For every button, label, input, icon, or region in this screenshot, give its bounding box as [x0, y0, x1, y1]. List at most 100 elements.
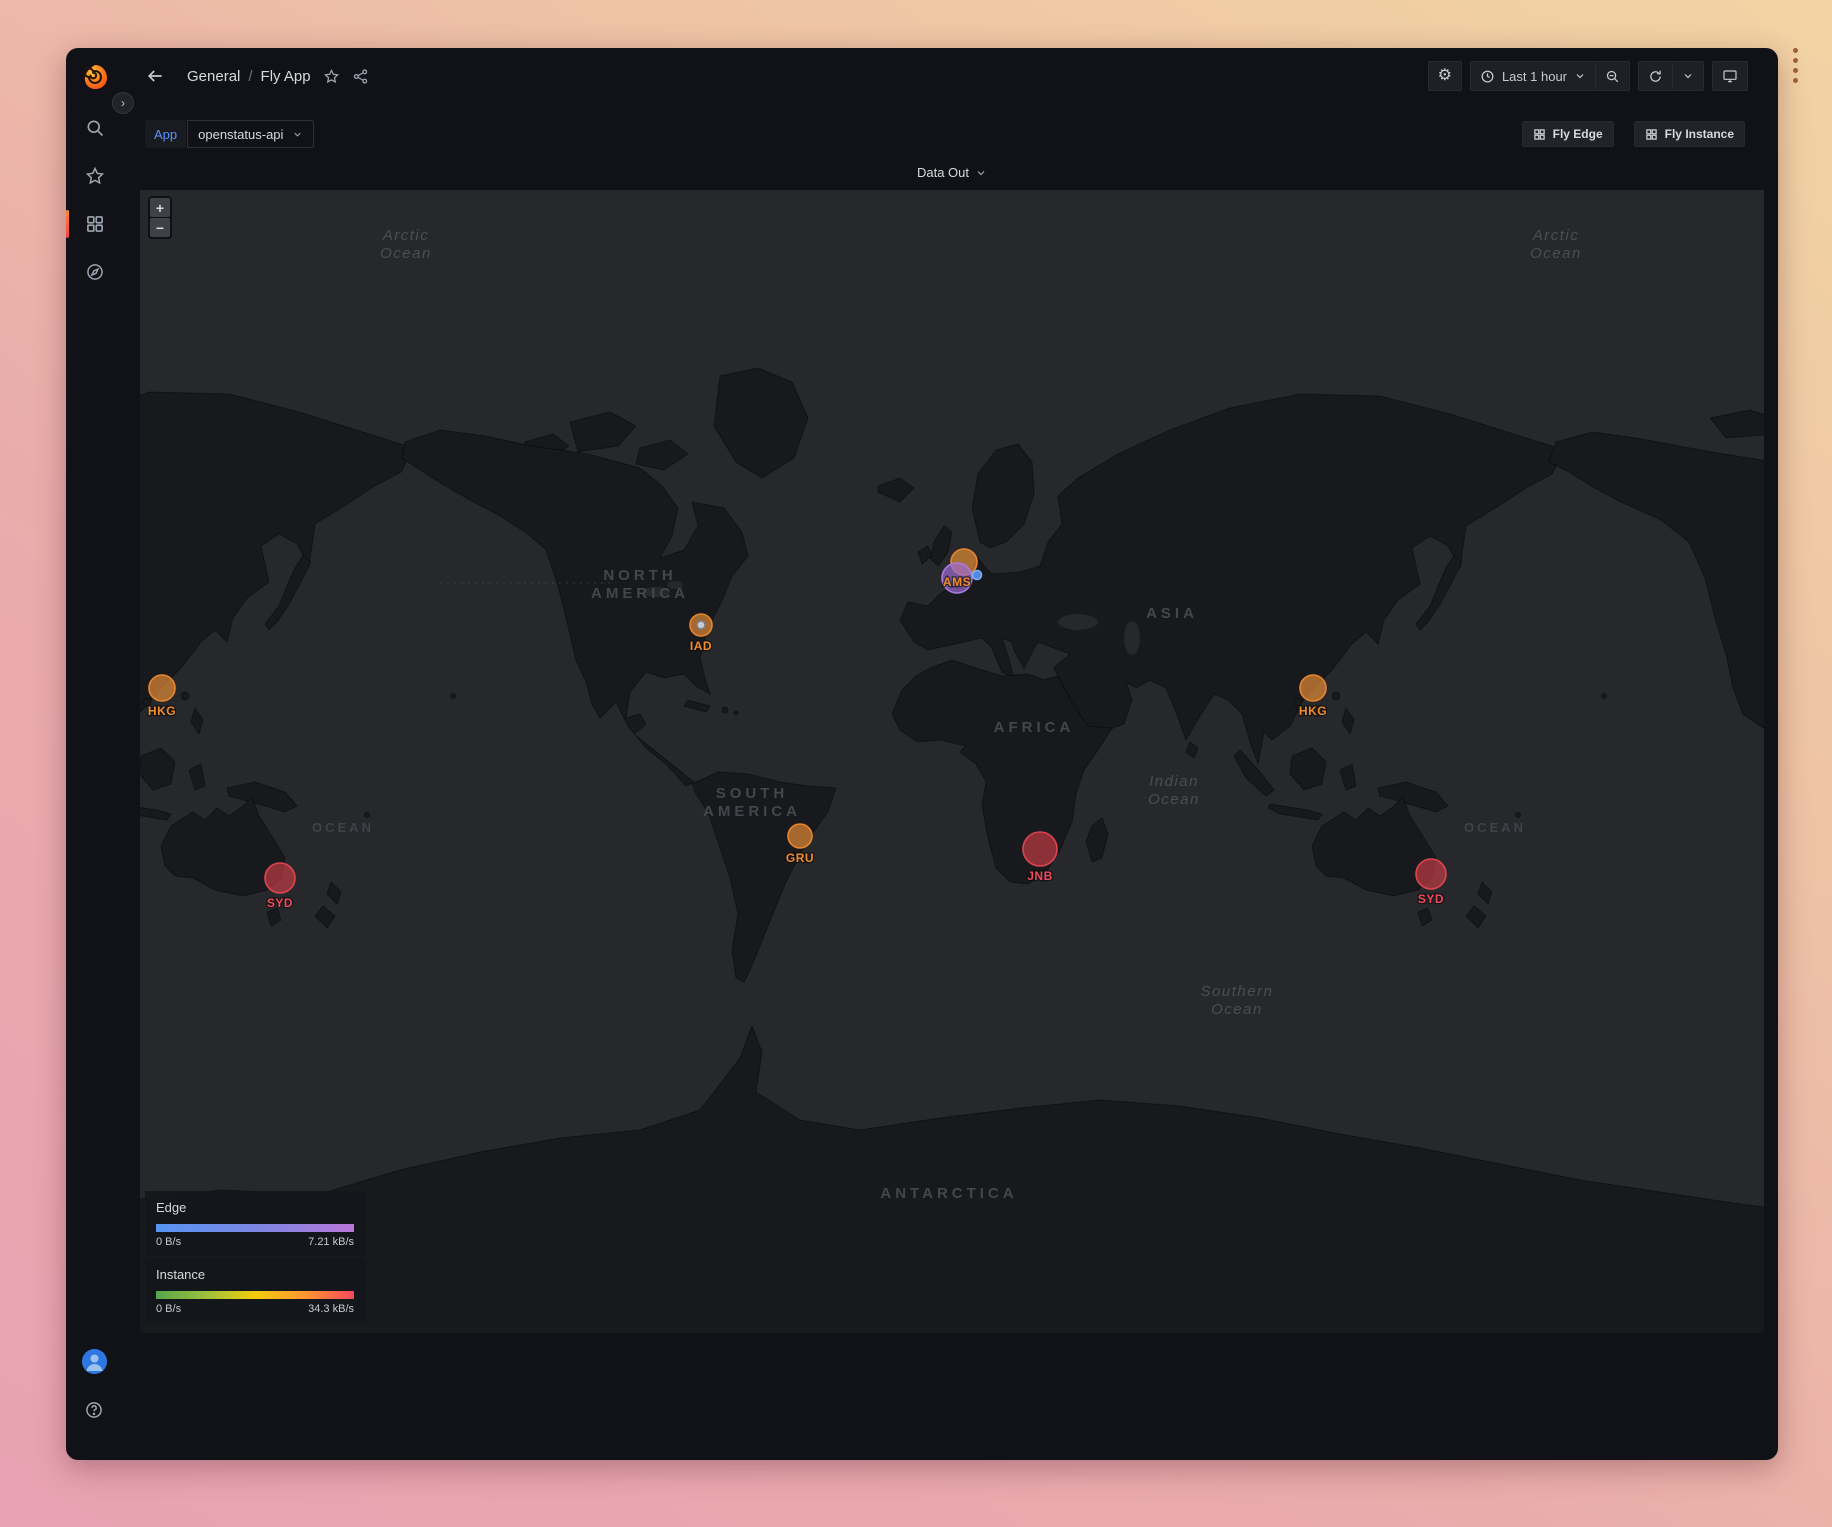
frame-dot [1793, 78, 1798, 83]
breadcrumb-dashboard[interactable]: Fly App [261, 68, 311, 85]
geo-label: AFRICA [994, 719, 1075, 736]
template-variable-app: App openstatus-api [145, 120, 314, 148]
breadcrumb-folder[interactable]: General [187, 68, 240, 85]
chevron-down-icon [1682, 70, 1694, 82]
legend-max: 7.21 kB/s [308, 1236, 354, 1248]
map-marker-label: HKG [1299, 704, 1327, 718]
gear-icon: ⚙ [1438, 68, 1452, 84]
dashboard-settings-button[interactable]: ⚙ [1428, 61, 1462, 91]
map-legend: Edge 0 B/s 7.21 kB/s Instance 0 B/s 34.3 kB/s [145, 1191, 365, 1323]
geo-label: Ocean [1530, 245, 1582, 262]
geo-label: OCEAN [312, 820, 374, 835]
panel-title: Data Out [917, 165, 969, 180]
legend-title: Edge [156, 1200, 354, 1215]
map-marker-label: AMS [943, 575, 971, 589]
geo-label: Indian [1149, 773, 1199, 790]
zoom-out-icon [1605, 69, 1620, 84]
map-zoom-in-button[interactable]: + [150, 198, 170, 217]
chevron-down-icon [1574, 70, 1586, 82]
dashboard-controls: App openstatus-api Fly Edge Fly Instance [123, 118, 1778, 150]
link-fly-edge[interactable]: Fly Edge [1522, 121, 1614, 147]
grafana-window: › General / Fly App [66, 48, 1778, 1460]
breadcrumb: General / Fly App [187, 68, 311, 85]
user-avatar[interactable] [82, 1349, 107, 1374]
map-marker-syd [1416, 859, 1446, 889]
map-marker-label: SYD [267, 896, 293, 910]
legend-min: 0 B/s [156, 1236, 181, 1248]
legend-range: 0 B/s 7.21 kB/s [156, 1236, 354, 1248]
fly-instance-label: Fly Instance [1665, 127, 1734, 141]
legend-gradient-bar [156, 1224, 354, 1232]
map-marker-inner-dot [697, 621, 705, 629]
panel-header[interactable]: Data Out [140, 155, 1764, 190]
legend-range: 0 B/s 34.3 kB/s [156, 1303, 354, 1315]
geo-label: AMERICA [591, 585, 689, 602]
geo-label: SOUTH [716, 785, 789, 802]
frame-dot [1793, 68, 1798, 73]
back-arrow-icon[interactable] [145, 66, 165, 86]
favorite-star-icon[interactable] [323, 68, 340, 85]
geo-label: Southern [1201, 983, 1274, 1000]
time-range-picker[interactable]: Last 1 hour [1470, 61, 1596, 91]
geo-label: Ocean [1211, 1001, 1263, 1018]
geo-label: AMERICA [703, 803, 801, 820]
map-marker-hkg [149, 675, 175, 701]
variable-value-dropdown[interactable]: openstatus-api [187, 120, 314, 148]
geo-label: Ocean [380, 245, 432, 262]
sidebar-active-indicator [66, 210, 69, 238]
geo-label: Arctic [382, 227, 430, 244]
geo-label: NORTH [603, 567, 676, 584]
grafana-logo-icon[interactable] [81, 63, 109, 91]
clock-icon [1480, 69, 1495, 84]
legend-max: 34.3 kB/s [308, 1303, 354, 1315]
frame-dots [1793, 48, 1798, 83]
geo-label: ASIA [1146, 605, 1198, 622]
dashboard-header: General / Fly App ⚙ Last 1 hour [123, 48, 1778, 104]
sidebar: › [66, 48, 123, 1460]
help-icon[interactable] [82, 1398, 106, 1422]
map-marker-syd [265, 863, 295, 893]
geomap-panel: Data Out + − [140, 155, 1764, 1333]
search-icon[interactable] [83, 116, 107, 140]
grid-icon [1645, 128, 1658, 141]
map-marker-label: GRU [786, 851, 814, 865]
variable-value: openstatus-api [198, 127, 283, 142]
geo-label: Arctic [1532, 227, 1580, 244]
refresh-icon [1648, 69, 1663, 84]
map-marker-hkg [1300, 675, 1326, 701]
map-zoom-out-button[interactable]: − [150, 218, 170, 237]
geo-label: Ocean [1148, 791, 1200, 808]
starred-icon[interactable] [83, 164, 107, 188]
explore-compass-icon[interactable] [83, 260, 107, 284]
legend-gradient-bar [156, 1291, 354, 1299]
frame-dot [1793, 58, 1798, 63]
main-area: General / Fly App ⚙ Last 1 hour [123, 48, 1778, 1460]
map-marker [973, 571, 982, 580]
map-marker-label: IAD [690, 639, 712, 653]
frame-dot [1793, 48, 1798, 53]
chevron-down-icon [292, 129, 303, 140]
fly-edge-label: Fly Edge [1553, 127, 1603, 141]
time-range-label: Last 1 hour [1502, 69, 1567, 84]
map-marker-jnb [1023, 832, 1057, 866]
legend-min: 0 B/s [156, 1303, 181, 1315]
breadcrumb-separator: / [248, 68, 252, 85]
world-map: + − [140, 190, 1764, 1333]
sidebar-expand-button[interactable]: › [112, 92, 134, 114]
legend-section-edge: Edge 0 B/s 7.21 kB/s [145, 1191, 365, 1256]
refresh-button[interactable] [1638, 61, 1673, 91]
map-canvas[interactable]: ArcticOceanArcticOceanNORTHAMERICAASIAAF… [140, 190, 1764, 1333]
share-icon[interactable] [352, 68, 369, 85]
grid-icon [1533, 128, 1546, 141]
legend-section-instance: Instance 0 B/s 34.3 kB/s [145, 1258, 365, 1323]
refresh-interval-dropdown[interactable] [1673, 61, 1704, 91]
tv-mode-button[interactable] [1712, 61, 1748, 91]
zoom-out-time-button[interactable] [1596, 61, 1630, 91]
map-marker-label: HKG [148, 704, 176, 718]
link-fly-instance[interactable]: Fly Instance [1634, 121, 1745, 147]
monitor-icon [1722, 68, 1738, 84]
dashboards-icon[interactable] [83, 212, 107, 236]
geo-label: ANTARCTICA [880, 1185, 1017, 1202]
variable-label: App [145, 120, 186, 148]
legend-title: Instance [156, 1267, 354, 1282]
